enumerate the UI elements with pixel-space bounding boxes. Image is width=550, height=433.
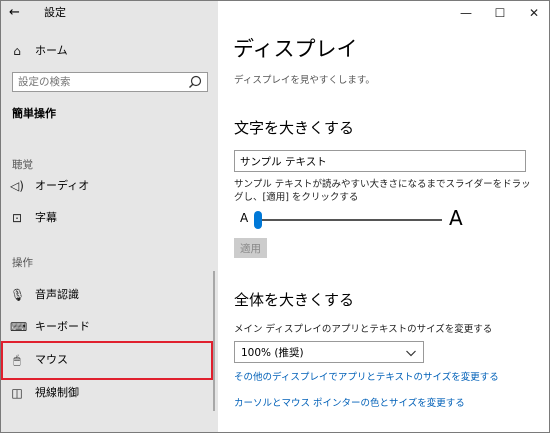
minimize-icon[interactable]: — — [449, 1, 483, 25]
sidebar-item-speech[interactable]: 🎙 音声認識 — [1, 280, 218, 310]
sidebar-item-label: 音声認識 — [35, 288, 79, 301]
sidebar-item-keyboard[interactable]: ⌨ キーボード — [1, 312, 218, 342]
sidebar-scrollbar[interactable] — [213, 271, 215, 411]
sidebar-item-home[interactable]: ⌂ ホーム — [1, 36, 218, 66]
group-label-interaction: 操作 — [12, 257, 33, 269]
titlebar: ← 設定 — [1, 1, 218, 25]
back-arrow-icon[interactable]: ← — [9, 5, 29, 21]
sample-text-box[interactable] — [234, 150, 526, 172]
app-title: 設定 — [44, 6, 66, 19]
sidebar-item-captions[interactable]: ⊡ 字幕 — [1, 203, 218, 233]
home-icon: ⌂ — [13, 44, 21, 58]
scale-dropdown[interactable]: 100% (推奨) — [234, 341, 424, 363]
keyboard-icon: ⌨ — [10, 320, 28, 334]
sample-text-input[interactable] — [235, 151, 525, 171]
chevron-down-icon — [406, 350, 416, 357]
close-icon[interactable]: ✕ — [517, 1, 549, 25]
main-content: — ☐ ✕ ディスプレイ ディスプレイを見やすくします。 文字を大きくする サン… — [218, 1, 549, 432]
text-size-slider-thumb[interactable] — [254, 211, 262, 229]
sidebar-item-label: キーボード — [35, 320, 90, 333]
sidebar-item-eye-control[interactable]: ◫ 視線制御 — [1, 378, 218, 408]
maximize-icon[interactable]: ☐ — [483, 1, 517, 25]
search-icon[interactable] — [187, 74, 203, 90]
text-size-heading: 文字を大きくする — [234, 119, 355, 137]
sidebar-item-label: ホーム — [35, 44, 68, 57]
apply-button[interactable]: 適用 — [234, 238, 267, 258]
scale-description: メイン ディスプレイのアプリとテキストのサイズを変更する — [234, 324, 493, 335]
search-field[interactable] — [12, 72, 208, 92]
settings-window: ← 設定 ⌂ ホーム 簡単操作 聴覚 ◁) オーディオ ⊡ 字幕 操作 🎙 — [0, 0, 550, 433]
window-controls: — ☐ ✕ — [449, 1, 549, 25]
sidebar-item-label: 視線制御 — [35, 386, 79, 399]
sidebar-item-audio[interactable]: ◁) オーディオ — [1, 171, 218, 201]
scale-dropdown-value: 100% (推奨) — [241, 347, 304, 359]
eye-control-icon: ◫ — [11, 386, 23, 400]
cursor-pointer-link[interactable]: カーソルとマウス ポインターの色とサイズを変更する — [234, 397, 465, 410]
make-everything-bigger-heading: 全体を大きくする — [234, 291, 355, 309]
captions-icon: ⊡ — [11, 211, 23, 225]
sidebar-item-label: 字幕 — [35, 211, 57, 224]
text-size-slider-track[interactable] — [258, 219, 442, 221]
sidebar: ← 設定 ⌂ ホーム 簡単操作 聴覚 ◁) オーディオ ⊡ 字幕 操作 🎙 — [1, 1, 218, 432]
speaker-icon: ◁) — [10, 179, 24, 193]
page-subtitle: ディスプレイを見やすくします。 — [234, 75, 375, 86]
microphone-icon: 🎙 — [10, 288, 26, 302]
slider-min-label: A — [240, 211, 249, 225]
slider-max-label: A — [449, 206, 463, 230]
group-label-hearing: 聴覚 — [12, 159, 33, 171]
mouse-item-highlight — [1, 341, 213, 380]
search-input[interactable] — [13, 73, 183, 91]
sidebar-item-label: オーディオ — [35, 179, 90, 192]
slider-description: サンプル テキストが読みやすい大きさになるまでスライダーをドラッグし、[適用] … — [234, 179, 531, 203]
page-title: ディスプレイ — [233, 37, 358, 61]
section-title: 簡単操作 — [12, 107, 56, 120]
other-displays-link[interactable]: その他のディスプレイでアプリとテキストのサイズを変更する — [234, 371, 499, 384]
